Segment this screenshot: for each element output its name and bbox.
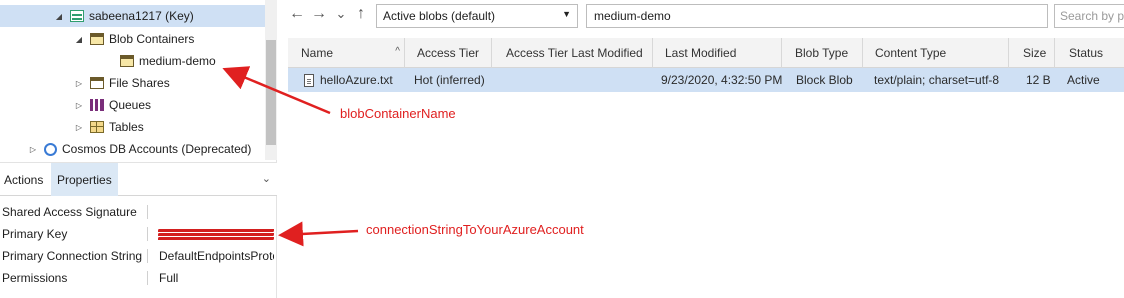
path-input[interactable]: medium-demo xyxy=(586,4,1048,28)
column-header-status[interactable]: Status xyxy=(1055,38,1124,68)
cell-status: Active xyxy=(1067,73,1100,87)
property-divider xyxy=(147,271,148,285)
tree-scrollbar-thumb[interactable] xyxy=(266,40,276,145)
text-file-icon xyxy=(304,73,314,87)
tab-actions[interactable]: Actions xyxy=(0,163,50,196)
expanded-caret-icon[interactable]: ◢ xyxy=(54,12,64,21)
expanded-caret-icon[interactable]: ◢ xyxy=(74,35,84,44)
up-arrow-icon[interactable]: ↑ xyxy=(352,4,370,24)
property-divider xyxy=(147,205,148,219)
cell-size: 12 B xyxy=(1026,73,1051,87)
file-shares-icon xyxy=(90,77,104,89)
blob-container-icon xyxy=(120,55,134,67)
blob-view-select-value: Active blobs (default) xyxy=(383,9,496,23)
blob-view-select[interactable]: Active blobs (default) ▼ xyxy=(376,4,578,28)
tree-item-label: Cosmos DB Accounts (Deprecated) xyxy=(62,142,252,156)
property-name: Primary Key xyxy=(2,227,68,241)
tree-item-cosmos-db[interactable]: ▷ Cosmos DB Accounts (Deprecated) xyxy=(0,138,265,160)
property-row: Primary Connection String DefaultEndpoin… xyxy=(0,245,277,267)
tree-item-label: medium-demo xyxy=(139,54,216,68)
property-name: Shared Access Signature xyxy=(2,205,137,219)
property-row: Primary Key xyxy=(0,223,277,245)
grid-header: Name ^ Access Tier Access Tier Last Modi… xyxy=(288,38,1124,68)
tree-item-label: Queues xyxy=(109,98,152,112)
forward-arrow-icon[interactable]: → xyxy=(310,4,328,24)
explorer-panel: ◢ sabeena1217 (Key) ◢ Blob Containers me… xyxy=(0,0,277,298)
property-name: Primary Connection String xyxy=(2,249,143,263)
panel-tabs: Actions Properties ⌄ xyxy=(0,162,277,196)
column-header-size[interactable]: Size xyxy=(1009,38,1055,68)
cell-blob-type: Block Blob xyxy=(796,73,853,87)
annotation-blob-container-name: blobContainerName xyxy=(340,106,456,121)
property-divider xyxy=(147,249,148,263)
cell-content-type: text/plain; charset=utf-8 xyxy=(874,73,1000,87)
back-arrow-icon[interactable]: ← xyxy=(288,4,306,24)
property-row: Shared Access Signature xyxy=(0,201,277,223)
storage-account-icon xyxy=(70,10,84,22)
redacted-primary-key xyxy=(158,229,274,240)
tab-properties[interactable]: Properties xyxy=(51,163,118,196)
tree-item-label: sabeena1217 (Key) xyxy=(89,9,194,23)
cell-access-tier-last-modified xyxy=(509,68,659,92)
dropdown-arrow-icon: ▼ xyxy=(562,9,571,19)
collapsed-caret-icon[interactable]: ▷ xyxy=(74,101,84,110)
tree-item-label: File Shares xyxy=(109,76,170,90)
property-row: Permissions Full xyxy=(0,267,277,289)
tree-item-tables[interactable]: ▷ Tables xyxy=(0,116,265,138)
tree-item-medium-demo[interactable]: medium-demo xyxy=(0,50,265,72)
collapse-chevron-icon[interactable]: ⌄ xyxy=(262,172,271,185)
tree-item-storage-account[interactable]: ◢ sabeena1217 (Key) xyxy=(0,5,265,27)
property-value[interactable]: DefaultEndpointsProto xyxy=(159,249,274,263)
tree-item-label: Tables xyxy=(109,120,144,134)
tree-item-label: Blob Containers xyxy=(109,32,195,46)
sort-ascending-icon: ^ xyxy=(395,46,400,57)
tree-item-blob-containers[interactable]: ◢ Blob Containers xyxy=(0,28,265,50)
column-header-content-type[interactable]: Content Type xyxy=(863,38,1009,68)
toolbar: ← → ⌄ ↑ Active blobs (default) ▼ medium-… xyxy=(278,0,1124,32)
tables-icon xyxy=(90,121,104,133)
cell-name: helloAzure.txt xyxy=(304,68,414,92)
collapsed-caret-icon[interactable]: ▷ xyxy=(74,79,84,88)
column-header-name[interactable]: Name ^ xyxy=(288,38,405,68)
queues-icon xyxy=(90,99,104,111)
cell-last-modified: 9/23/2020, 4:32:50 PM xyxy=(661,73,783,87)
column-header-access-tier-last-modified[interactable]: Access Tier Last Modified xyxy=(492,38,653,68)
property-name: Permissions xyxy=(2,271,68,285)
cell-access-tier: Hot (inferred) xyxy=(414,73,485,87)
search-input[interactable]: Search by pr xyxy=(1054,4,1124,28)
column-header-blob-type[interactable]: Blob Type xyxy=(782,38,863,68)
column-header-access-tier[interactable]: Access Tier xyxy=(405,38,492,68)
tree-item-queues[interactable]: ▷ Queues xyxy=(0,94,265,116)
blob-container-view: ← → ⌄ ↑ Active blobs (default) ▼ medium-… xyxy=(278,0,1124,298)
resource-tree: ◢ sabeena1217 (Key) ◢ Blob Containers me… xyxy=(0,0,265,160)
collapsed-caret-icon[interactable]: ▷ xyxy=(28,145,38,154)
tree-item-file-shares[interactable]: ▷ File Shares xyxy=(0,72,265,94)
history-dropdown-icon[interactable]: ⌄ xyxy=(332,4,350,24)
collapsed-caret-icon[interactable]: ▷ xyxy=(74,123,84,132)
blob-containers-icon xyxy=(90,33,104,45)
annotation-connection-string: connectionStringToYourAzureAccount xyxy=(366,222,584,237)
column-header-last-modified[interactable]: Last Modified xyxy=(653,38,782,68)
property-divider xyxy=(147,227,148,241)
property-value: Full xyxy=(159,271,179,285)
table-row[interactable]: helloAzure.txt Hot (inferred) 9/23/2020,… xyxy=(288,68,1124,92)
cosmos-db-icon xyxy=(44,142,57,156)
